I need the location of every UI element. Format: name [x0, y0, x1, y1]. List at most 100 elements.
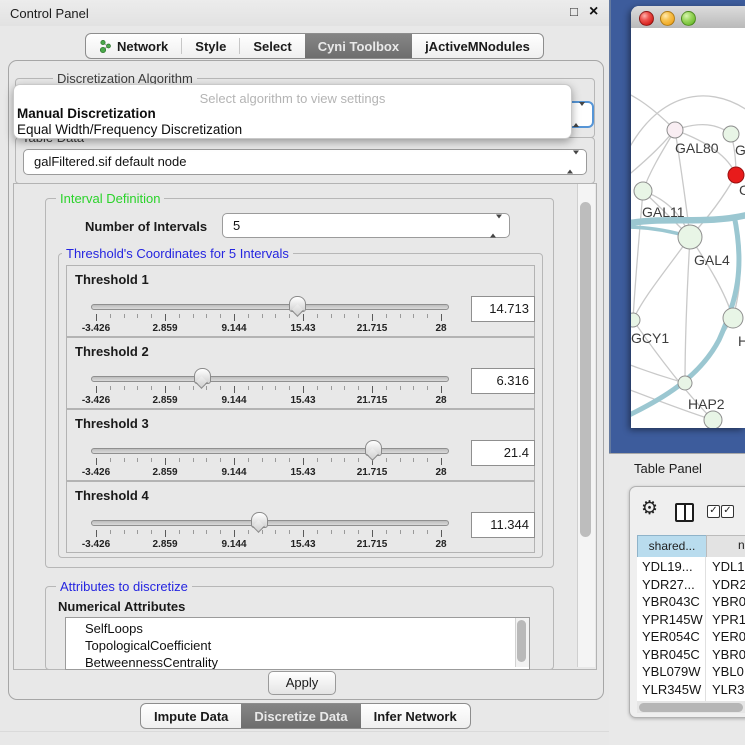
table-data-select[interactable]: galFiltered.sif default node	[23, 149, 587, 175]
gear-icon[interactable]: ⚙	[641, 499, 658, 519]
cell-shared-name[interactable]: YBR045C	[642, 647, 700, 662]
cell-shared-name[interactable]: YDR27...	[642, 577, 695, 592]
tab-discretize-data[interactable]: Discretize Data	[241, 704, 360, 728]
cell-name[interactable]: YDR2	[712, 577, 745, 592]
float-window-icon[interactable]: □	[570, 5, 578, 19]
cell-name[interactable]: YBR0	[712, 647, 745, 662]
tick-mark	[441, 386, 442, 393]
table-hscrollbar-thumb[interactable]	[639, 703, 743, 712]
attributes-scrollbar-thumb[interactable]	[517, 620, 526, 662]
cell-name[interactable]: YDL1	[712, 559, 745, 574]
tick-label: 15.43	[273, 467, 333, 478]
tab-infer-network[interactable]: Infer Network	[361, 704, 470, 728]
dropdown-option-manual-discretization[interactable]: Manual Discretization	[17, 106, 156, 121]
threshold-1-value-field[interactable]: 14.713	[471, 296, 535, 322]
zoom-traffic-light-icon[interactable]	[681, 11, 696, 26]
network-canvas[interactable]: GAL80GACGAL11GAL4GCY1HHAP2	[631, 28, 745, 428]
attribute-item-betweennesscentrality[interactable]: BetweennessCentrality	[85, 654, 218, 670]
column-header-shared[interactable]: shared...	[637, 535, 707, 558]
tab-jactivemnodules[interactable]: jActiveMNodules	[412, 34, 543, 58]
node-gal11[interactable]	[634, 182, 652, 200]
edge[interactable]	[631, 92, 675, 130]
cell-shared-name[interactable]: YBR043C	[642, 594, 700, 609]
cell-shared-name[interactable]: YDL19...	[642, 559, 693, 574]
threshold-4-value-field[interactable]: 11.344	[471, 512, 535, 538]
tick-mark	[137, 458, 138, 462]
node-gcy1[interactable]	[631, 313, 640, 327]
network-window-titlebar[interactable]	[631, 6, 745, 29]
node-h[interactable]	[723, 308, 743, 328]
minimize-traffic-light-icon[interactable]	[660, 11, 675, 26]
tab-style-label: Style	[195, 39, 226, 54]
threshold-2-slider-thumb[interactable]	[194, 368, 211, 384]
tick-label: 15.43	[273, 539, 333, 550]
cell-name[interactable]: YLR3	[712, 682, 745, 697]
tick-label: 28	[411, 467, 471, 478]
threshold-3-value-field[interactable]: 21.4	[471, 440, 535, 466]
threshold-2-slider-track[interactable]	[91, 376, 449, 382]
edge[interactable]	[643, 130, 675, 191]
close-traffic-light-icon[interactable]	[639, 11, 654, 26]
tab-style[interactable]: Style	[182, 34, 239, 58]
cell-shared-name[interactable]: YER054C	[642, 629, 700, 644]
network-graph: GAL80GACGAL11GAL4GCY1HHAP2	[631, 28, 745, 428]
node-c[interactable]	[728, 167, 744, 183]
tick-mark	[317, 314, 318, 318]
cell-name[interactable]: YER0	[712, 629, 745, 644]
checkbox-icon[interactable]: ✓	[721, 505, 734, 518]
table-row[interactable]: YLR345W YLR3	[637, 680, 745, 698]
table-row[interactable]: YBR045C YBR0	[637, 645, 745, 663]
tick-mark	[358, 314, 359, 318]
table-row[interactable]: YDR27... YDR2	[637, 575, 745, 593]
table-row[interactable]: YDL19... YDL1	[637, 557, 745, 575]
tick-mark	[386, 386, 387, 390]
node-gal4[interactable]	[678, 225, 702, 249]
node-gal80[interactable]	[667, 122, 683, 138]
cell-shared-name[interactable]: YBL079W	[642, 664, 701, 679]
number-of-intervals-select[interactable]: 5	[222, 213, 510, 238]
tab-network[interactable]: Network	[86, 34, 181, 58]
threshold-1-slider-thumb[interactable]	[289, 296, 306, 312]
close-icon[interactable]: ×	[589, 3, 598, 21]
column-layout-icon[interactable]	[675, 503, 694, 522]
edge[interactable]	[631, 130, 675, 178]
threshold-3-slider-track[interactable]	[91, 448, 449, 454]
node-ga[interactable]	[723, 126, 739, 142]
threshold-4-slider-thumb[interactable]	[251, 512, 268, 528]
node-partial[interactable]	[704, 411, 722, 428]
threshold-2-value-field[interactable]: 6.316	[471, 368, 535, 394]
edge[interactable]	[690, 237, 733, 318]
cell-shared-name[interactable]: YPR145W	[642, 612, 703, 627]
edge[interactable]	[633, 237, 690, 320]
dropdown-option-equal-width-frequency-discretization[interactable]: Equal Width/Frequency Discretization	[17, 122, 242, 137]
edge[interactable]	[685, 237, 690, 383]
threshold-1-slider-track[interactable]	[91, 304, 449, 310]
attribute-item-topologicalcoefficient[interactable]: TopologicalCoefficient	[85, 637, 211, 654]
numerical-attributes-list[interactable]: SelfLoopsTopologicalCoefficientBetweenne…	[65, 617, 530, 670]
cell-name[interactable]: YBL0	[712, 664, 744, 679]
table-row[interactable]: YBR043C YBR0	[637, 592, 745, 610]
table-row[interactable]: YPR145W YPR1	[637, 610, 745, 628]
attribute-item-selfloops[interactable]: SelfLoops	[85, 620, 143, 637]
tick-mark	[317, 458, 318, 462]
tab-select[interactable]: Select	[240, 34, 304, 58]
interval-definition-label: Interval Definition	[56, 191, 164, 206]
settings-scrollbar-thumb[interactable]	[580, 202, 591, 537]
attributes-group-label: Attributes to discretize	[56, 579, 192, 594]
edge[interactable]	[631, 363, 685, 383]
table-row[interactable]: YER054C YER0	[637, 627, 745, 645]
cell-name[interactable]: YPR1	[712, 612, 745, 627]
column-header-name[interactable]: na	[706, 535, 745, 558]
cell-shared-name[interactable]: YLR345W	[642, 682, 701, 697]
tick-mark	[151, 314, 152, 318]
node-hap2[interactable]	[678, 376, 692, 390]
tab-cyni-toolbox[interactable]: Cyni Toolbox	[305, 34, 412, 58]
threshold-3-slider-thumb[interactable]	[365, 440, 382, 456]
tab-impute-data[interactable]: Impute Data	[141, 704, 241, 728]
checkbox-icon[interactable]: ✓	[707, 505, 720, 518]
cell-name[interactable]: YBR0	[712, 594, 745, 609]
table-row[interactable]: YBL079W YBL0	[637, 662, 745, 680]
threshold-4-slider-track[interactable]	[91, 520, 449, 526]
apply-button[interactable]: Apply	[268, 671, 336, 695]
node-table[interactable]: YDL19...YDL1YDR27...YDR2YBR043CYBR0YPR14…	[637, 557, 745, 701]
